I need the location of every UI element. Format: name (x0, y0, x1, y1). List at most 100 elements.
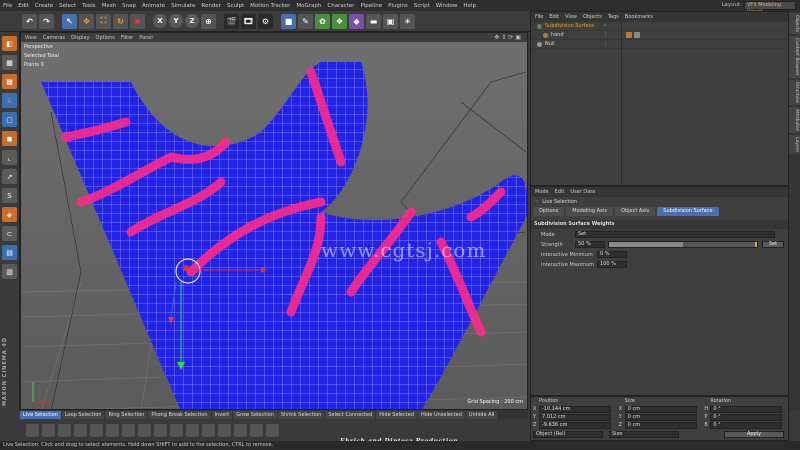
interactive-maximum-input[interactable]: 100 % (597, 261, 627, 268)
apply-button[interactable]: Apply (724, 431, 784, 438)
viewport-menu-panel[interactable]: Panel (139, 35, 153, 41)
rotate-icon[interactable]: ↻ (113, 13, 128, 29)
tab-modeling-axis[interactable]: Modeling Axis (566, 207, 614, 216)
obj-menu-file[interactable]: File (535, 14, 543, 20)
menu-tools[interactable]: Tools (79, 3, 99, 9)
tab-subdivision-surface[interactable]: Subdivision Surface (657, 207, 719, 216)
brush-icon[interactable] (42, 423, 55, 437)
phong-tag-icon[interactable] (626, 32, 632, 38)
attr-menu-mode[interactable]: Mode (535, 189, 549, 195)
vtab-structure[interactable]: Structure (789, 79, 800, 105)
object-row-subdivision-surface[interactable]: Subdivision Surface ✓ (531, 22, 788, 31)
object-row-hand[interactable]: hand ⋮ (531, 31, 788, 40)
live-selection-icon[interactable]: ↖ (62, 13, 77, 29)
menu-script[interactable]: Script (411, 3, 433, 9)
object-mode-select[interactable]: Object (Rel) (533, 431, 603, 438)
recent-tool-icon[interactable]: ✖ (130, 13, 145, 29)
slide-icon[interactable] (122, 423, 135, 437)
light-icon[interactable]: ☀ (400, 13, 415, 29)
object-row-null[interactable]: Null ⋮ (531, 40, 788, 49)
workplane-icon[interactable]: ◈ (2, 207, 17, 222)
mirror-icon[interactable] (170, 423, 183, 437)
tab-hide-selected[interactable]: Hide Selected (376, 410, 417, 419)
make-editable-icon[interactable]: ◧ (2, 36, 17, 51)
vtab-layers[interactable]: Layers (789, 134, 800, 154)
texture-mode-icon[interactable]: ▩ (2, 74, 17, 89)
rotation-p-input[interactable]: 0 ° (710, 413, 783, 421)
bevel-icon[interactable] (74, 423, 87, 437)
strength-slider[interactable] (608, 241, 758, 248)
scale-icon[interactable]: ⛶ (96, 13, 111, 29)
melt-icon[interactable] (186, 423, 199, 437)
z-axis-lock-button[interactable]: Z (185, 14, 199, 28)
menu-create[interactable]: Create (32, 3, 56, 9)
axis-mode-icon[interactable]: ⌞ (2, 150, 17, 165)
dissolve-icon[interactable] (218, 423, 231, 437)
menu-snap[interactable]: Snap (119, 3, 139, 9)
extrude-icon[interactable] (58, 423, 71, 437)
menu-simulate[interactable]: Simulate (168, 3, 198, 9)
optimize-icon[interactable] (202, 423, 215, 437)
weld-icon[interactable] (106, 423, 119, 437)
interactive-minimum-input[interactable]: 0 % (597, 251, 627, 258)
tab-live-selection[interactable]: Live Selection (20, 410, 61, 419)
visibility-check-icon[interactable]: ✓ (603, 23, 607, 29)
tab-options[interactable]: Options (533, 207, 565, 216)
viewport-menu-options[interactable]: Options (96, 35, 115, 41)
column-divider[interactable] (621, 22, 622, 186)
menu-motion-tracker[interactable]: Motion Tracker (247, 3, 293, 9)
tab-shrink-selection[interactable]: Shrink Selection (277, 410, 325, 419)
camera-icon[interactable]: ▣ (383, 13, 398, 29)
obj-menu-tags[interactable]: Tags (608, 14, 619, 20)
array-icon[interactable]: ❖ (332, 13, 347, 29)
vtab-attributes[interactable]: Attributes (789, 106, 800, 133)
vtab-objects[interactable]: Objects (789, 13, 800, 35)
deformer-icon[interactable]: ◆ (349, 13, 364, 29)
magnet-icon[interactable]: ⊂ (2, 226, 17, 241)
set-button[interactable]: Set (762, 241, 784, 248)
viewport[interactable]: View Cameras Display Options Filter Pane… (20, 32, 528, 410)
x-axis-lock-button[interactable]: X (153, 14, 167, 28)
tab-phong-break-selection[interactable]: Phong Break Selection (148, 410, 211, 419)
obj-menu-bookmarks[interactable]: Bookmarks (625, 14, 653, 20)
menu-mesh[interactable]: Mesh (99, 3, 119, 9)
size-x-input[interactable]: 0 cm (624, 405, 697, 413)
menu-mograph[interactable]: MoGraph (293, 3, 324, 9)
obj-menu-view[interactable]: View (565, 14, 577, 20)
position-y-input[interactable]: 7.012 cm (539, 413, 611, 421)
menu-render[interactable]: Render (198, 3, 224, 9)
cube-icon[interactable]: ■ (281, 13, 296, 29)
menu-sculpt[interactable]: Sculpt (224, 3, 247, 9)
tab-hide-unselected[interactable]: Hide Unselected (417, 410, 465, 419)
selection-tag-icon[interactable] (634, 32, 640, 38)
obj-menu-edit[interactable]: Edit (549, 14, 559, 20)
close-hole-icon[interactable] (234, 423, 247, 437)
size-z-input[interactable]: 0 cm (624, 421, 697, 429)
stitch-icon[interactable] (250, 423, 263, 437)
magnet-tool-icon[interactable] (154, 423, 167, 437)
layout-select[interactable]: VFX Modeling (User) (744, 1, 796, 15)
render-picture-viewer-icon[interactable]: 🎞 (241, 13, 256, 29)
edit-render-settings-icon[interactable]: ⚙ (258, 13, 273, 29)
locked-workplane-icon[interactable]: ▥ (2, 264, 17, 279)
split-icon[interactable] (266, 423, 279, 437)
attr-menu-user-data[interactable]: User Data (570, 189, 595, 195)
position-x-input[interactable]: -10.144 cm (539, 405, 611, 413)
menu-help[interactable]: Help (460, 3, 479, 9)
edges-mode-icon[interactable]: ▢ (2, 112, 17, 127)
coordinate-system-icon[interactable]: ⊕ (201, 13, 216, 29)
menu-file[interactable]: File (0, 3, 15, 9)
viewport-nav-icons[interactable]: ✥⇕⟳▣ (494, 34, 523, 41)
render-view-icon[interactable]: 🎬 (224, 13, 239, 29)
tab-loop-selection[interactable]: Loop Selection (61, 410, 105, 419)
move-icon[interactable]: ✥ (79, 13, 94, 29)
viewport-menu-view[interactable]: View (25, 35, 37, 41)
floor-icon[interactable]: ▬ (366, 13, 381, 29)
tab-object-axis[interactable]: Object Axis (615, 207, 656, 216)
mode-select[interactable]: Set (575, 231, 775, 238)
menu-animate[interactable]: Animate (139, 3, 168, 9)
bridge-icon[interactable] (90, 423, 103, 437)
menu-plugins[interactable]: Plugins (385, 3, 411, 9)
menu-window[interactable]: Window (433, 3, 461, 9)
strength-input[interactable]: 50 % (575, 241, 605, 248)
